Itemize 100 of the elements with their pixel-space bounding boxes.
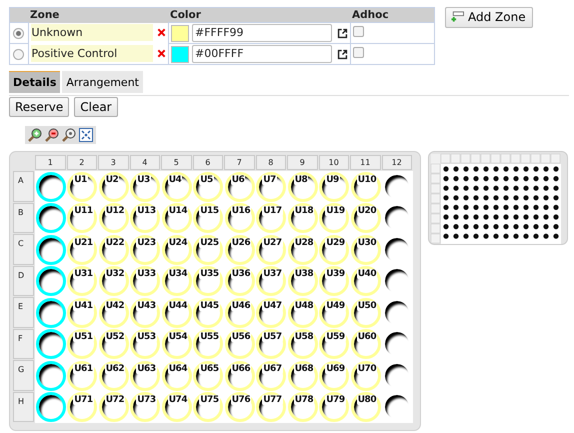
- action-button[interactable]: Clear: [74, 97, 118, 117]
- well[interactable]: U22: [98, 234, 129, 265]
- well[interactable]: U73: [130, 392, 160, 422]
- well[interactable]: U30: [350, 234, 381, 265]
- well[interactable]: U1: [67, 172, 98, 202]
- well[interactable]: U76: [224, 392, 255, 422]
- zoom-in-icon[interactable]: [28, 128, 42, 142]
- well[interactable]: U32: [98, 266, 129, 296]
- well[interactable]: U74: [162, 392, 192, 422]
- well[interactable]: U27: [256, 234, 286, 265]
- well[interactable]: U57: [256, 329, 286, 360]
- well[interactable]: U31: [67, 266, 98, 296]
- zoom-out-icon[interactable]: [45, 128, 59, 142]
- well[interactable]: [36, 266, 66, 296]
- well[interactable]: U80: [350, 392, 381, 422]
- well[interactable]: U7: [256, 172, 286, 202]
- well[interactable]: U23: [130, 234, 160, 265]
- well[interactable]: [36, 234, 66, 265]
- well[interactable]: U13: [130, 203, 160, 234]
- plate-overview-drawing[interactable]: [428, 151, 568, 245]
- well[interactable]: U58: [288, 329, 318, 360]
- well[interactable]: U4: [162, 172, 192, 202]
- well[interactable]: U28: [288, 234, 318, 265]
- checkbox[interactable]: [352, 26, 364, 37]
- fit-icon[interactable]: [79, 128, 93, 142]
- well[interactable]: [36, 360, 66, 391]
- checkbox[interactable]: [352, 47, 364, 58]
- well[interactable]: U5: [193, 172, 224, 202]
- well[interactable]: U38: [288, 266, 318, 296]
- well[interactable]: U78: [288, 392, 318, 422]
- well[interactable]: U19: [319, 203, 350, 234]
- well[interactable]: U14: [162, 203, 192, 234]
- action-button[interactable]: Reserve: [9, 97, 70, 117]
- well[interactable]: U42: [98, 298, 129, 328]
- well[interactable]: U3: [130, 172, 160, 202]
- well[interactable]: U66: [224, 360, 255, 391]
- tab[interactable]: Arrangement: [62, 71, 143, 93]
- color-field[interactable]: #FFFF99: [192, 24, 332, 42]
- well[interactable]: U36: [224, 266, 255, 296]
- well[interactable]: U64: [162, 360, 192, 391]
- well[interactable]: U29: [319, 234, 350, 265]
- radio-button[interactable]: [13, 28, 24, 39]
- well[interactable]: U6: [224, 172, 255, 202]
- well[interactable]: U71: [67, 392, 98, 422]
- well[interactable]: U54: [162, 329, 192, 360]
- tab[interactable]: Details: [9, 71, 60, 93]
- color-swatch[interactable]: [170, 24, 188, 42]
- well[interactable]: U10: [350, 172, 381, 202]
- radio-button[interactable]: [13, 48, 24, 60]
- well[interactable]: U72: [98, 392, 129, 422]
- well[interactable]: U12: [98, 203, 129, 234]
- well[interactable]: U43: [130, 298, 160, 328]
- well[interactable]: U77: [256, 392, 286, 422]
- well[interactable]: U20: [350, 203, 381, 234]
- well[interactable]: U75: [193, 392, 224, 422]
- well[interactable]: [36, 329, 66, 360]
- well[interactable]: [36, 298, 66, 328]
- well[interactable]: U15: [193, 203, 224, 234]
- well[interactable]: U24: [162, 234, 192, 265]
- add-zone-button[interactable]: Add Zone: [445, 7, 533, 28]
- well[interactable]: U52: [98, 329, 129, 360]
- well[interactable]: U26: [224, 234, 255, 265]
- well[interactable]: U11: [67, 203, 98, 234]
- well[interactable]: U40: [350, 266, 381, 296]
- well[interactable]: [36, 392, 66, 422]
- well[interactable]: U63: [130, 360, 160, 391]
- well[interactable]: [36, 172, 66, 202]
- color-swatch[interactable]: [170, 46, 188, 62]
- well[interactable]: U48: [288, 298, 318, 328]
- well[interactable]: [36, 203, 66, 234]
- well[interactable]: U65: [193, 360, 224, 391]
- well[interactable]: U70: [350, 360, 381, 391]
- well[interactable]: U39: [319, 266, 350, 296]
- well[interactable]: U61: [67, 360, 98, 391]
- well[interactable]: U18: [288, 203, 318, 234]
- well[interactable]: U9: [319, 172, 350, 202]
- well[interactable]: U25: [193, 234, 224, 265]
- well[interactable]: U55: [193, 329, 224, 360]
- well[interactable]: U62: [98, 360, 129, 391]
- well[interactable]: U68: [288, 360, 318, 391]
- color-field[interactable]: #00FFFF: [192, 45, 332, 63]
- zone-name-field[interactable]: Unknown: [30, 24, 152, 41]
- delete-icon[interactable]: [156, 28, 166, 37]
- well[interactable]: U60: [350, 329, 381, 360]
- zone-name-field[interactable]: Positive Control: [30, 45, 152, 62]
- well[interactable]: U50: [350, 298, 381, 328]
- well[interactable]: U35: [193, 266, 224, 296]
- zoom-reset-icon[interactable]: [62, 128, 76, 142]
- well[interactable]: U37: [256, 266, 286, 296]
- well[interactable]: U47: [256, 298, 286, 328]
- external-link-icon[interactable]: [336, 28, 348, 38]
- well[interactable]: U53: [130, 329, 160, 360]
- well[interactable]: U59: [319, 329, 350, 360]
- well[interactable]: U34: [162, 266, 192, 296]
- well[interactable]: U56: [224, 329, 255, 360]
- well[interactable]: U16: [224, 203, 255, 234]
- well[interactable]: U46: [224, 298, 255, 328]
- well[interactable]: U41: [67, 298, 98, 328]
- well[interactable]: U69: [319, 360, 350, 391]
- well[interactable]: U2: [98, 172, 129, 202]
